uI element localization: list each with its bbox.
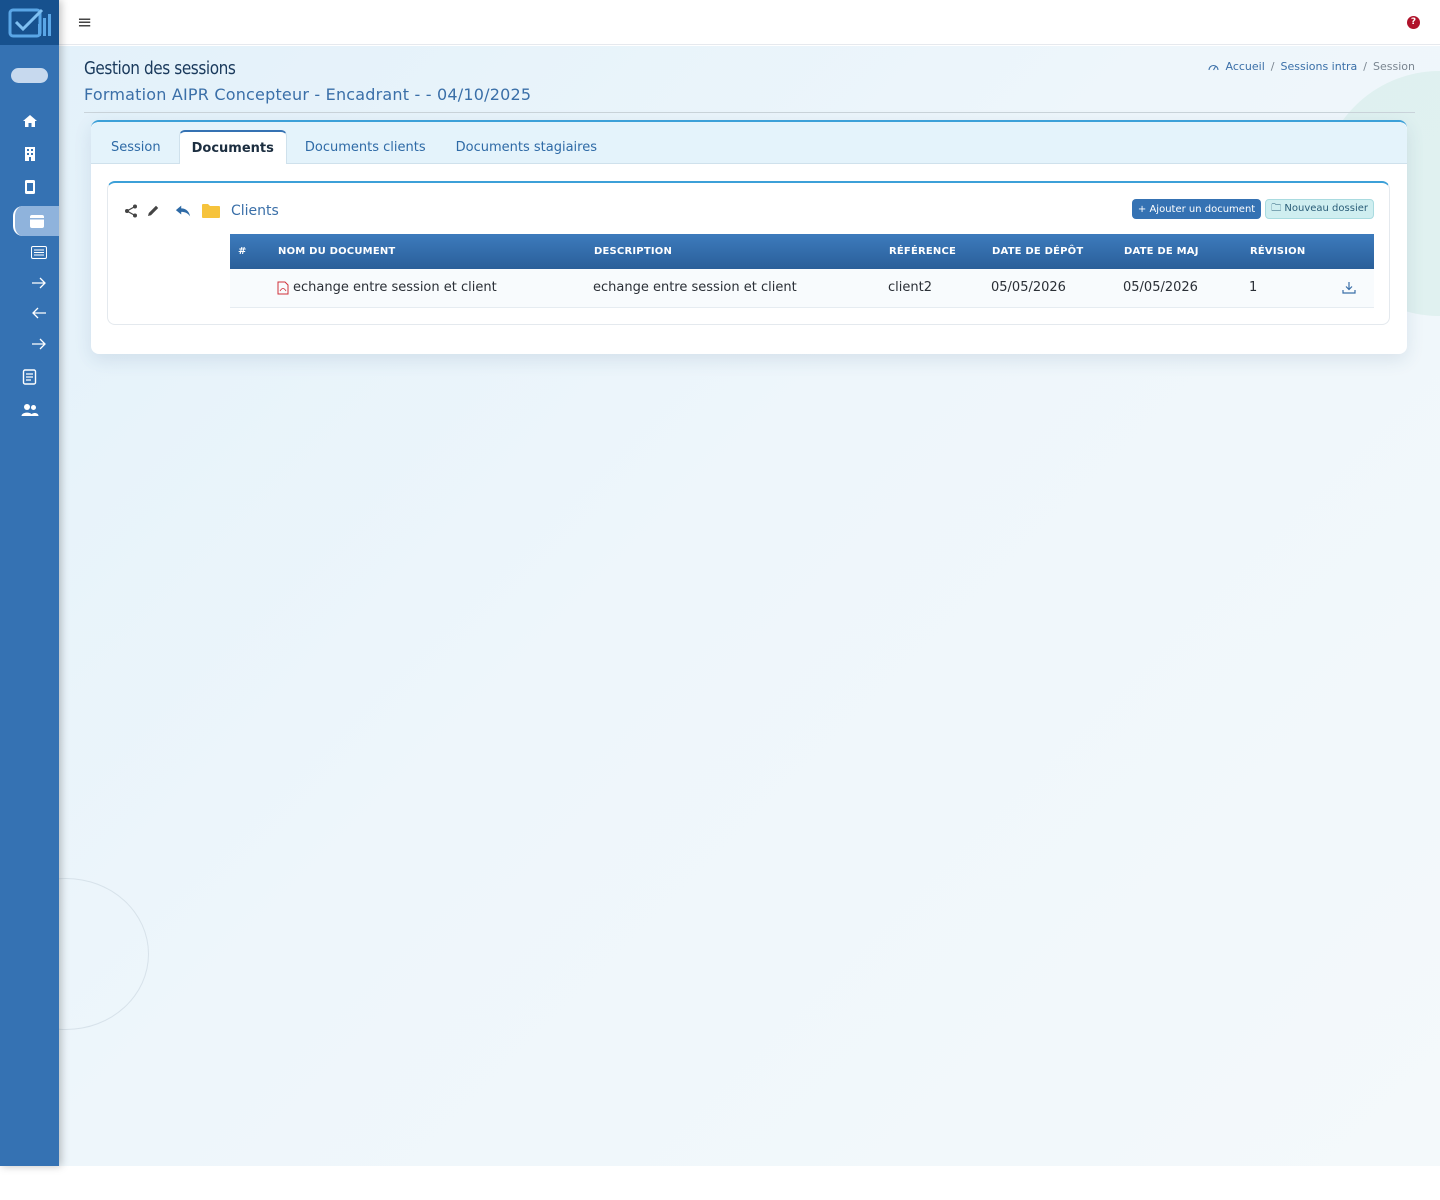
table-header-row: # Nom du document Description Référence … xyxy=(230,234,1374,269)
hamburger-icon[interactable]: ≡ xyxy=(77,12,92,33)
pencil-icon[interactable] xyxy=(145,203,161,219)
decorative-circle xyxy=(59,878,149,1030)
cell-date-maj: 05/05/2026 xyxy=(1123,280,1198,296)
arrow-left-icon xyxy=(32,307,46,319)
tab-documents-clients[interactable]: Documents clients xyxy=(293,131,438,163)
cell-date-depot: 05/05/2026 xyxy=(991,280,1066,296)
cell-num xyxy=(230,269,270,307)
home-icon xyxy=(22,115,37,127)
sidebar-item-notebook[interactable] xyxy=(0,363,59,391)
sidebar-toggle-pill[interactable] xyxy=(11,68,48,83)
content-area: Gestion des sessions Formation AIPR Conc… xyxy=(59,46,1440,1166)
new-folder-label: Nouveau dossier xyxy=(1284,202,1368,214)
page-subtitle: Formation AIPR Concepteur - Encadrant - … xyxy=(84,85,532,104)
tab-bar: Session Documents Documents clients Docu… xyxy=(91,122,1407,164)
sidebar-item-companies[interactable] xyxy=(0,140,59,168)
document-name[interactable]: echange entre session et client xyxy=(277,280,579,295)
cell-revision: 1 xyxy=(1249,280,1258,296)
cell-actions xyxy=(1324,269,1374,307)
sidebar-item-sessions[interactable] xyxy=(13,206,59,236)
documents-panel: Clients + Ajouter un document 🗀 Nouveau … xyxy=(107,181,1390,325)
column-header-reference[interactable]: Référence xyxy=(881,234,984,269)
help-icon[interactable]: ? xyxy=(1407,15,1420,29)
tab-documents[interactable]: Documents xyxy=(178,130,287,164)
add-document-button[interactable]: + Ajouter un document xyxy=(1131,199,1262,219)
cell-reference: client2 xyxy=(888,280,932,296)
share-icon[interactable] xyxy=(123,203,139,219)
breadcrumb: Accueil / Sessions intra / Session xyxy=(1208,60,1415,73)
breadcrumb-separator: / xyxy=(1363,60,1368,73)
sidebar-item-forward-1[interactable] xyxy=(0,269,59,297)
notebook-icon xyxy=(22,369,37,385)
folder-name: Clients xyxy=(231,203,279,219)
cell-description: echange entre session et client xyxy=(593,280,797,296)
column-header-revision[interactable]: Révision xyxy=(1242,234,1324,269)
folder-icon xyxy=(201,203,221,219)
cell-name: echange entre session et client xyxy=(270,269,586,307)
sidebar-item-home[interactable] xyxy=(0,107,59,135)
table-row[interactable]: echange entre session et client echange … xyxy=(230,269,1374,307)
sidebar-item-forward-2[interactable] xyxy=(0,330,59,358)
page-header: Gestion des sessions Formation AIPR Conc… xyxy=(84,58,1415,113)
tab-documents-stagiaires[interactable]: Documents stagiaires xyxy=(444,131,609,163)
folder-plus-icon: 🗀 xyxy=(1271,202,1282,214)
page-title: Gestion des sessions xyxy=(84,58,236,79)
list-icon xyxy=(31,245,47,259)
folder-toolbar: Clients xyxy=(123,203,279,219)
sidebar-item-back[interactable] xyxy=(0,299,59,327)
document-actions: + Ajouter un document 🗀 Nouveau dossier xyxy=(1131,199,1374,219)
document-name-text: echange entre session et client xyxy=(293,280,497,296)
breadcrumb-current: Session xyxy=(1373,60,1415,73)
sidebar-item-list[interactable] xyxy=(0,238,59,266)
users-icon xyxy=(21,404,38,416)
column-header-actions xyxy=(1324,234,1374,269)
dashboard-icon xyxy=(1208,64,1220,71)
breadcrumb-separator: / xyxy=(1270,60,1275,73)
column-header-name[interactable]: Nom du document xyxy=(270,234,586,269)
session-card: Session Documents Documents clients Docu… xyxy=(91,120,1407,354)
sidebar xyxy=(0,0,59,1166)
new-folder-button[interactable]: 🗀 Nouveau dossier xyxy=(1265,199,1374,219)
building-icon xyxy=(24,147,35,161)
sidebar-item-catalog[interactable] xyxy=(0,173,59,201)
tab-session[interactable]: Session xyxy=(99,131,173,163)
column-header-date-depot[interactable]: Date de dépôt xyxy=(984,234,1116,269)
column-header-description[interactable]: Description xyxy=(586,234,881,269)
arrow-right-icon xyxy=(32,338,46,350)
reply-icon[interactable] xyxy=(175,203,191,219)
logo-icon xyxy=(8,8,51,37)
download-icon[interactable] xyxy=(1331,281,1367,294)
arrow-right-icon xyxy=(32,277,46,289)
calendar-icon xyxy=(30,215,44,228)
sidebar-item-users[interactable] xyxy=(0,396,59,424)
breadcrumb-sessions-intra[interactable]: Sessions intra xyxy=(1280,60,1357,73)
column-header-date-maj[interactable]: Date de MAJ xyxy=(1116,234,1242,269)
app-logo[interactable] xyxy=(0,0,59,45)
documents-table: # Nom du document Description Référence … xyxy=(230,234,1374,308)
book-icon xyxy=(24,180,35,194)
pdf-file-icon xyxy=(277,281,289,295)
breadcrumb-home[interactable]: Accueil xyxy=(1225,60,1264,73)
column-header-num: # xyxy=(238,246,247,257)
topbar: ≡ ? xyxy=(59,0,1440,45)
